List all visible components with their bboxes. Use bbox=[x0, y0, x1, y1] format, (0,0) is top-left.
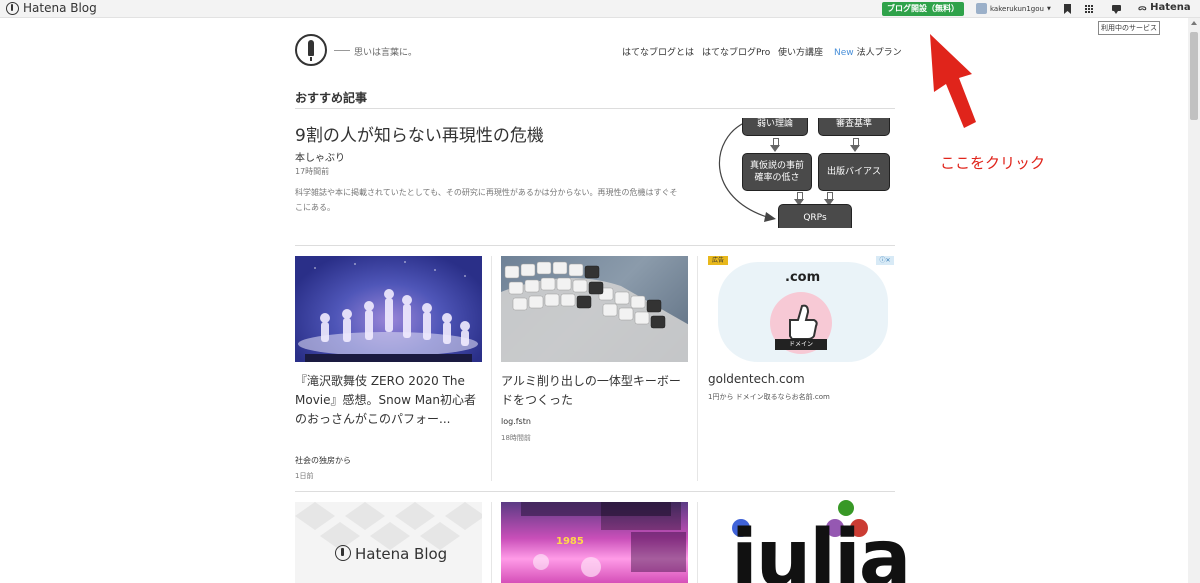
card-title[interactable]: 『滝沢歌舞伎 ZERO 2020 The Movie』感想。Snow Man初心… bbox=[295, 372, 485, 429]
card-source[interactable]: log.fstn bbox=[501, 417, 531, 426]
keyboard-illustration bbox=[501, 261, 688, 362]
diagram-box-prior: 真仮説の事前 確率の低さ bbox=[742, 153, 812, 191]
featured-article-title[interactable]: 9割の人が知らない再現性の危機 bbox=[295, 121, 544, 146]
ad-badge: 広告 bbox=[708, 256, 728, 265]
stage-dancers-illustration bbox=[298, 261, 478, 362]
hatena-mark-icon: ᯅ bbox=[1138, 3, 1147, 12]
nav-business-plan[interactable]: New 法人プラン bbox=[834, 45, 902, 58]
card-divider bbox=[697, 502, 698, 583]
username: kakerukun1gou bbox=[990, 4, 1044, 13]
diagram-box-review: 審査基準 bbox=[818, 118, 890, 136]
diagram-prior-line1: 真仮説の事前 bbox=[749, 161, 804, 171]
diagram-box-weak-theory: 弱い理論 bbox=[742, 118, 808, 136]
nav-about[interactable]: はてなブログとは bbox=[622, 45, 694, 58]
svg-text:1985: 1985 bbox=[556, 536, 584, 547]
page-scrollbar[interactable] bbox=[1188, 18, 1200, 583]
notification-chat-icon[interactable] bbox=[1111, 3, 1123, 15]
hatena-menu[interactable]: ᯅ Hatena bbox=[1138, 2, 1191, 13]
hatena-label: Hatena bbox=[1150, 2, 1191, 13]
scroll-thumb[interactable] bbox=[1190, 32, 1198, 120]
arrow-down-icon bbox=[850, 138, 860, 152]
hatena-blog-brand[interactable]: Hatena Blog bbox=[6, 1, 97, 15]
red-arrow-annotation bbox=[930, 34, 976, 128]
card-divider bbox=[697, 256, 698, 481]
open-blog-button[interactable]: ブログ開設（無料） bbox=[882, 2, 964, 16]
bookmark-icon[interactable] bbox=[1062, 3, 1074, 15]
new-badge: New bbox=[834, 48, 854, 58]
game-scene-illustration: 1985 bbox=[521, 502, 686, 577]
chevron-down-icon: ▼ bbox=[1046, 5, 1051, 12]
tagline: 思いは言葉に。 bbox=[354, 48, 418, 58]
featured-article-image[interactable]: 弱い理論 審査基準 真仮説の事前 確率の低さ 出版バイアス QRPs bbox=[710, 118, 895, 228]
card-divider bbox=[491, 502, 492, 583]
hatena-blog-logo-icon bbox=[335, 545, 351, 561]
nav-business-label: 法人プラン bbox=[856, 48, 902, 58]
ad-image-banner: ドメイン bbox=[775, 339, 827, 350]
featured-article-source[interactable]: 本しゃぶり bbox=[295, 149, 345, 164]
diamond-pattern bbox=[295, 502, 482, 550]
card-image-stage-performance[interactable] bbox=[295, 256, 482, 362]
featured-article-time: 17時間前 bbox=[295, 167, 330, 176]
diagram-box-publication-bias: 出版バイアス bbox=[818, 153, 890, 191]
card-time: 18時間前 bbox=[501, 434, 531, 442]
tagline-divider bbox=[334, 50, 350, 51]
hatena-blog-logo-text: Hatena Blog bbox=[355, 545, 448, 563]
featured-divider bbox=[295, 245, 895, 246]
hatena-blog-home-logo[interactable] bbox=[295, 34, 327, 66]
ad-info-close-icon[interactable]: ⓘ✕ bbox=[876, 256, 894, 265]
nav-guide[interactable]: 使い方講座 bbox=[778, 45, 823, 58]
julia-logo-text: julia bbox=[731, 514, 911, 583]
card-divider bbox=[491, 256, 492, 481]
card-image-game-screenshot[interactable]: 1985 bbox=[501, 502, 688, 583]
hatena-topbar: Hatena Blog ブログ開設（無料） kakerukun1gou ▼ ᯅ … bbox=[0, 0, 1200, 18]
brand-label: Hatena Blog bbox=[23, 1, 97, 15]
services-tooltip: 利用中のサービス bbox=[1098, 21, 1160, 35]
ad-domain[interactable]: goldentech.com bbox=[708, 372, 805, 386]
diagram-box-qrps: QRPs bbox=[778, 204, 852, 228]
cards-divider bbox=[295, 491, 895, 492]
avatar bbox=[976, 3, 987, 14]
ad-image-com-text: .com bbox=[785, 270, 821, 285]
featured-article-description: 科学雑誌や本に掲載されていたとしても、その研究に再現性があるかは分からない。再現… bbox=[295, 188, 678, 212]
diagram-prior-line2: 確率の低さ bbox=[754, 173, 800, 183]
section-divider bbox=[295, 108, 895, 109]
arrow-down-icon bbox=[770, 138, 780, 152]
card-time: 1日前 bbox=[295, 472, 314, 480]
ad-description[interactable]: 1円から ドメイン取るならお名前.com bbox=[708, 392, 830, 402]
click-here-annotation: ここをクリック bbox=[940, 154, 1046, 172]
section-title: おすすめ記事 bbox=[295, 91, 368, 105]
scroll-up-icon[interactable] bbox=[1191, 21, 1197, 25]
card-image-keyboard[interactable] bbox=[501, 256, 688, 362]
user-menu[interactable]: kakerukun1gou ▼ bbox=[976, 3, 1051, 14]
card-title[interactable]: アルミ削り出しの一体型キーボードをつくった bbox=[501, 372, 691, 410]
nav-pro[interactable]: はてなブログPro bbox=[702, 45, 770, 58]
hatena-blog-logo-icon bbox=[6, 1, 19, 15]
card-source[interactable]: 社会の独房から bbox=[295, 455, 351, 466]
card-image-hatena-blog[interactable] bbox=[295, 502, 482, 583]
services-grid-icon[interactable] bbox=[1084, 3, 1096, 15]
